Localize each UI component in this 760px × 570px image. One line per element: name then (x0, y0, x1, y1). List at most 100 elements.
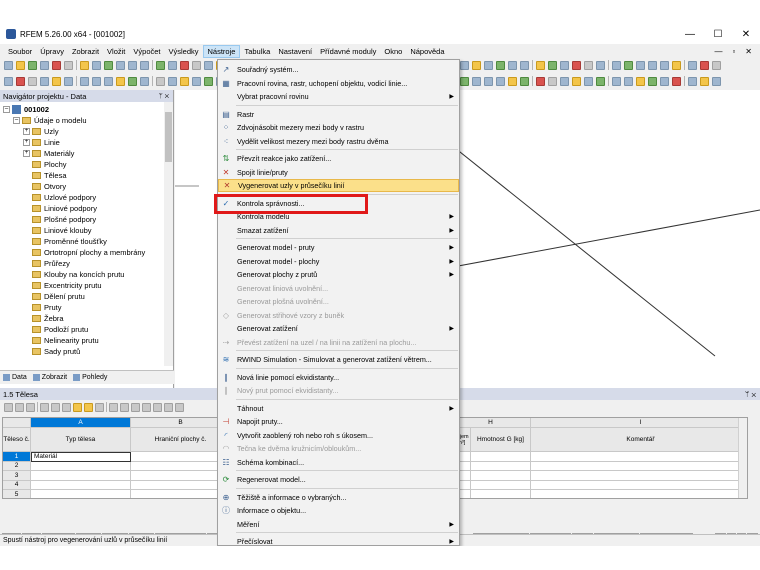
tree-item[interactable]: Plošné podpory (3, 214, 173, 225)
table-toolbar-button[interactable] (164, 402, 173, 412)
toolbar-button[interactable] (560, 76, 569, 86)
toolbar-button[interactable] (140, 76, 149, 86)
navigator-tab-data[interactable]: Data (3, 374, 27, 381)
toolbar-button[interactable] (496, 60, 505, 70)
table-toolbar-button[interactable] (109, 402, 118, 412)
table-toolbar-button[interactable] (131, 402, 140, 412)
toolbar-button[interactable] (116, 76, 125, 86)
toolbar-button[interactable] (92, 60, 101, 70)
menu-item[interactable]: ∥ Nová linie pomocí ekvidistanty... (218, 371, 459, 384)
toolbar-button[interactable] (128, 76, 137, 86)
toolbar-button[interactable] (168, 60, 177, 70)
toolbar-button[interactable] (64, 76, 73, 86)
tree-item[interactable]: Liniové klouby (3, 225, 173, 236)
menu-item[interactable]: ▤ Rastr (218, 108, 459, 121)
toolbar-button[interactable] (496, 76, 505, 86)
toolbar-button[interactable] (660, 76, 669, 86)
toolbar-button[interactable] (508, 60, 517, 70)
cell-type[interactable]: Materiál (31, 452, 131, 462)
menu-item[interactable]: ⟳ Regenerovat model... (218, 473, 459, 486)
menu-item[interactable]: Táhnout ▶ (218, 402, 459, 415)
tree-item[interactable]: Uzlové podpory (3, 192, 173, 203)
table-toolbar-button[interactable] (15, 402, 24, 412)
toolbar-button[interactable] (180, 60, 189, 70)
cell-type[interactable] (31, 480, 131, 490)
toolbar-button[interactable] (192, 76, 201, 86)
menu-1[interactable]: Soubor (4, 46, 36, 57)
toolbar-button[interactable] (484, 76, 493, 86)
toolbar-button[interactable] (40, 76, 49, 86)
table-toolbar-button[interactable] (51, 402, 60, 412)
table-toolbar-button[interactable] (26, 402, 35, 412)
toolbar-button[interactable] (700, 76, 709, 86)
menu-7[interactable]: Nástroje (202, 44, 241, 58)
toolbar-button[interactable] (128, 60, 137, 70)
toolbar-button[interactable] (572, 76, 581, 86)
menu-item[interactable]: Generovat model - plochy ▶ (218, 255, 459, 268)
tree-item[interactable]: Dělení prutu (3, 291, 173, 302)
toolbar-button[interactable] (156, 60, 165, 70)
toolbar-button[interactable] (16, 76, 25, 86)
tree-item[interactable]: Sady prutů (3, 346, 173, 357)
table-toolbar-button[interactable] (4, 402, 13, 412)
menu-item[interactable]: Kontrola modelu ▶ (218, 210, 459, 223)
menu-item[interactable]: ⊕ Těžiště a informace o vybraných... (218, 491, 459, 504)
toolbar-button[interactable] (536, 76, 545, 86)
panel-pin-icon[interactable]: ᛘ ✕ (159, 93, 169, 100)
menu-4[interactable]: Vložit (103, 46, 129, 57)
close-button[interactable]: ✕ (732, 24, 760, 44)
toolbar-button[interactable] (648, 76, 657, 86)
toolbar-button[interactable] (548, 76, 557, 86)
toolbar-button[interactable] (116, 60, 125, 70)
menu-item[interactable]: Přečíslovat ▶ (218, 535, 459, 545)
toolbar-button[interactable] (660, 60, 669, 70)
menu-item[interactable]: Generovat plochy z prutů ▶ (218, 268, 459, 281)
tree-item[interactable]: – 001002 (3, 104, 173, 115)
maximize-button[interactable]: ☐ (704, 24, 732, 44)
menu-8[interactable]: Tabulka (240, 46, 274, 57)
toolbar-button[interactable] (16, 60, 25, 70)
menu-item[interactable]: ⇅ Převzít reakce jako zatížení... (218, 152, 459, 165)
toolbar-button[interactable] (156, 76, 165, 86)
toolbar-button[interactable] (688, 76, 697, 86)
tree-item[interactable]: Tělesa (3, 170, 173, 181)
toolbar-button[interactable] (140, 60, 149, 70)
tree-item[interactable]: Nelinearity prutu (3, 335, 173, 346)
toolbar-button[interactable] (624, 60, 633, 70)
tree-item[interactable]: Ortotropní plochy a membrány (3, 247, 173, 258)
toolbar-button[interactable] (472, 76, 481, 86)
toolbar-button[interactable] (712, 60, 721, 70)
toolbar-button[interactable] (92, 76, 101, 86)
toolbar-button[interactable] (520, 60, 529, 70)
cell-type[interactable] (31, 461, 131, 471)
menu-item[interactable]: Generovat zatížení ▶ (218, 322, 459, 335)
toolbar-button[interactable] (612, 76, 621, 86)
toolbar-button[interactable] (168, 76, 177, 86)
toolbar-button[interactable] (536, 60, 545, 70)
toolbar-button[interactable] (636, 60, 645, 70)
tree-item[interactable]: + Materiály (3, 148, 173, 159)
table-toolbar-button[interactable] (84, 402, 93, 412)
grid-scrollbar[interactable] (738, 418, 747, 498)
menu-item[interactable]: ☷ Schéma kombinací... (218, 456, 459, 469)
menu-12[interactable]: Nápověda (406, 46, 448, 57)
menu-item[interactable]: ✓ Kontrola správnosti... (218, 197, 459, 210)
expand-icon[interactable]: – (13, 117, 20, 124)
toolbar-button[interactable] (104, 60, 113, 70)
toolbar-button[interactable] (204, 76, 213, 86)
mdi-control-2[interactable]: ▫ (732, 47, 735, 56)
tree-item[interactable]: Liniové podpory (3, 203, 173, 214)
toolbar-button[interactable] (648, 60, 657, 70)
menu-item[interactable]: ≋ RWIND Simulation - Simulovat a generova… (218, 353, 459, 366)
menu-10[interactable]: Přídavné moduly (316, 46, 380, 57)
menu-9[interactable]: Nastavení (274, 46, 316, 57)
table-toolbar-button[interactable] (95, 402, 104, 412)
toolbar-button[interactable] (560, 60, 569, 70)
tree-item[interactable]: Průřezy (3, 258, 173, 269)
tree-item[interactable]: Proměnné tloušťky (3, 236, 173, 247)
tree-item[interactable]: + Linie (3, 137, 173, 148)
toolbar-button[interactable] (636, 76, 645, 86)
tree-item[interactable]: Excentricity prutu (3, 280, 173, 291)
toolbar-button[interactable] (52, 76, 61, 86)
toolbar-button[interactable] (700, 60, 709, 70)
